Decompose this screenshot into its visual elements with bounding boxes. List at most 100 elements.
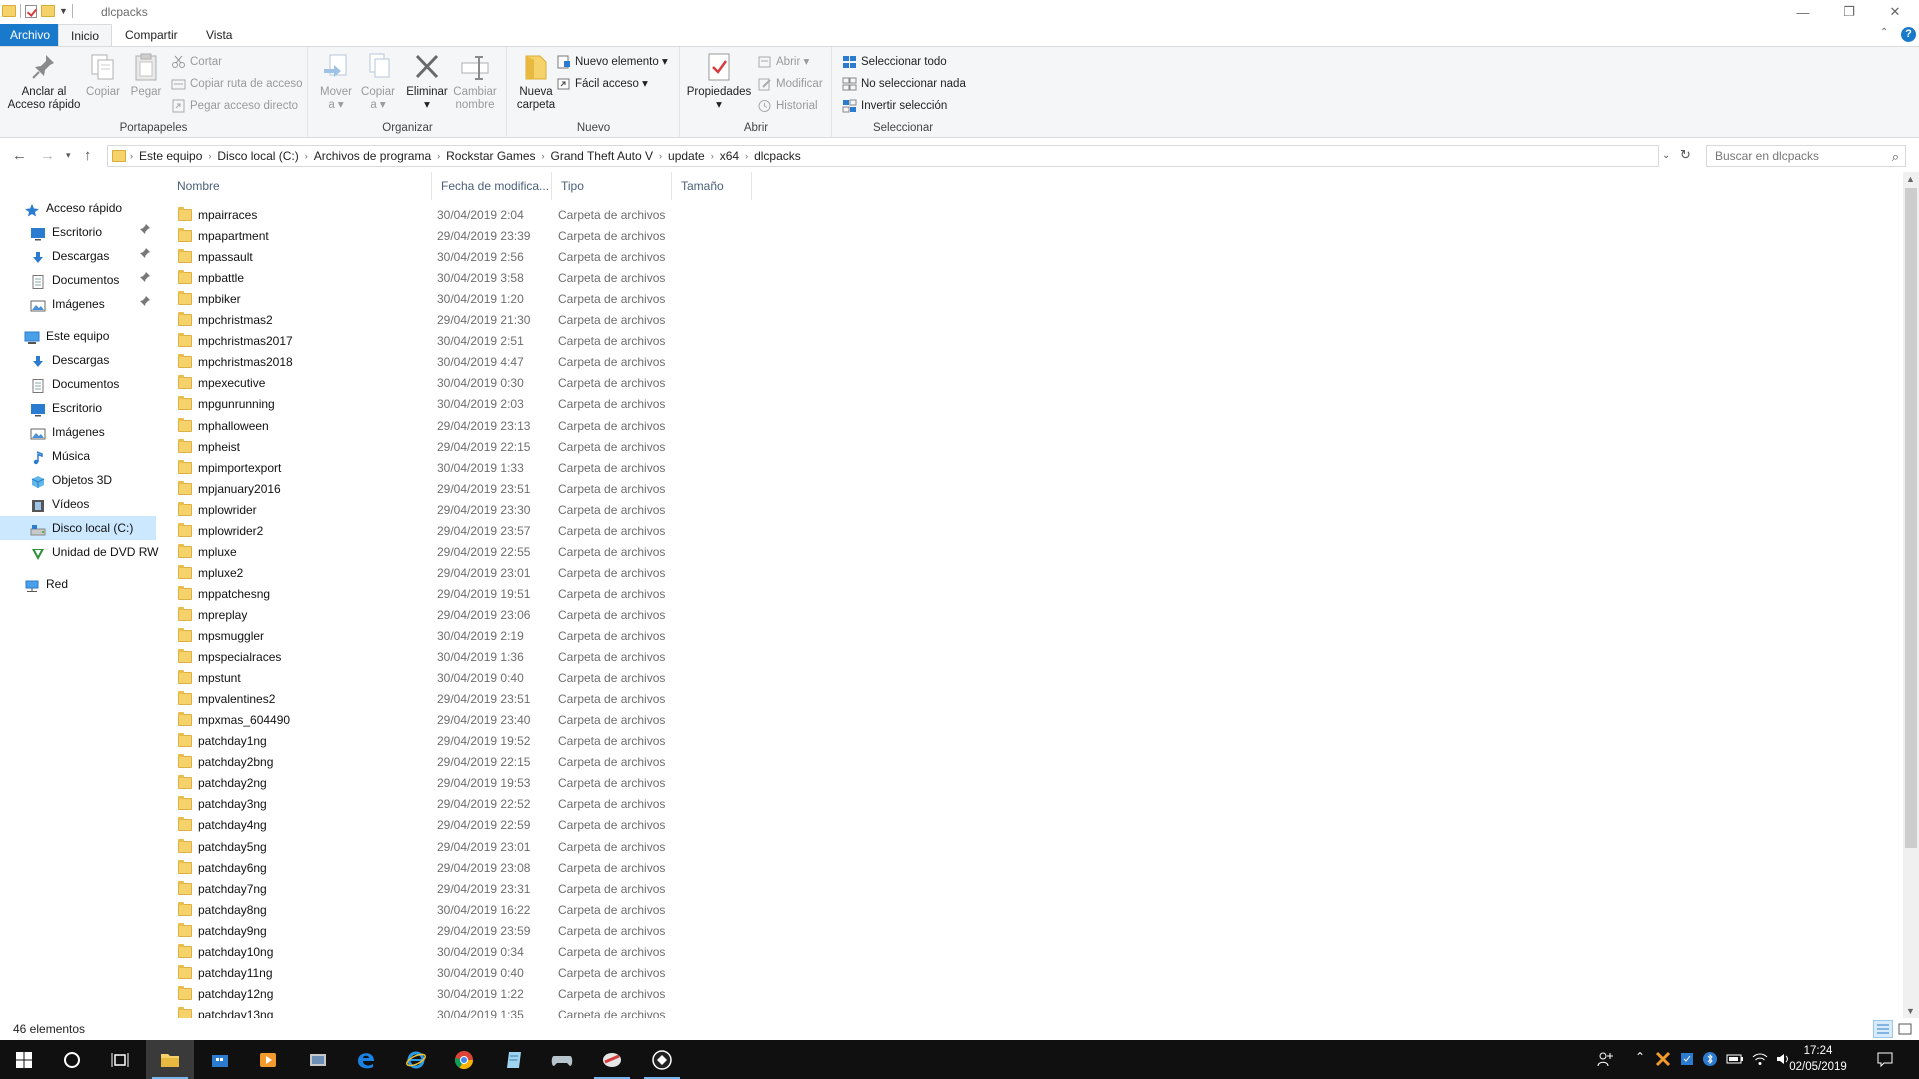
address-history-chevron-icon[interactable]: ⌄	[1662, 150, 1670, 161]
table-row[interactable]: patchday2ng 29/04/2019 19:53 Carpeta de ar…	[168, 773, 768, 794]
minimize-button[interactable]: —	[1780, 0, 1826, 24]
tab-vista[interactable]: Vista	[194, 24, 244, 46]
table-row[interactable]: mpstunt 30/04/2019 0:40 Carpeta de archivo…	[168, 668, 768, 689]
column-header-name[interactable]: Nombre	[168, 172, 432, 200]
select-all-button[interactable]: Seleccionar todo	[842, 52, 947, 72]
invert-selection-button[interactable]: Invertir selección	[842, 96, 947, 116]
column-header-type[interactable]: Tipo	[552, 172, 672, 200]
tray-app-icon[interactable]	[1655, 1051, 1671, 1070]
help-icon[interactable]: ?	[1901, 27, 1916, 42]
new-item-button[interactable]: Nuevo elemento ▾	[556, 52, 668, 72]
clock[interactable]: 17:24 02/05/2019	[1786, 1043, 1850, 1075]
table-row[interactable]: patchday3ng 29/04/2019 22:52 Carpeta de ar…	[168, 794, 768, 815]
move-to-button[interactable]: Mover a ▾	[316, 51, 356, 112]
sidebar-item[interactable]: Música	[0, 444, 156, 468]
scroll-down-icon[interactable]: ▼	[1906, 1006, 1915, 1016]
customize-quick-access-icon[interactable]: ▼	[59, 6, 68, 16]
copy-path-button[interactable]: Copiar ruta de acceso	[171, 74, 303, 94]
show-hidden-icons-chevron-icon[interactable]: ⌃	[1635, 1050, 1645, 1064]
table-row[interactable]: mpjanuary2016 29/04/2019 23:51 Carpeta de …	[168, 479, 768, 500]
table-row[interactable]: patchday11ng 30/04/2019 0:40 Carpeta de ar…	[168, 963, 768, 984]
table-row[interactable]: mpapartment 29/04/2019 23:39 Carpeta de ar…	[168, 226, 768, 247]
pin-quick-access-button[interactable]: Anclar al Acceso rápido	[6, 51, 82, 112]
select-none-button[interactable]: No seleccionar nada	[842, 74, 966, 94]
search-icon[interactable]: ⌕	[1892, 149, 1899, 165]
table-row[interactable]: mpsmuggler 30/04/2019 2:19 Carpeta de arch…	[168, 626, 768, 647]
table-row[interactable]: patchday7ng 29/04/2019 23:31 Carpeta de ar…	[168, 879, 768, 900]
tab-compartir[interactable]: Compartir	[113, 24, 190, 46]
gta-taskbar-button[interactable]	[638, 1040, 686, 1079]
notepad-taskbar-button[interactable]	[490, 1040, 538, 1079]
people-icon[interactable]	[1596, 1050, 1614, 1071]
column-header-size[interactable]: Tamaño	[672, 172, 752, 200]
maximize-button[interactable]: ❐	[1826, 0, 1872, 24]
table-row[interactable]: mpchristmas2 29/04/2019 21:30 Carpeta de a…	[168, 310, 768, 331]
open-button[interactable]: Abrir ▾	[757, 52, 809, 72]
table-row[interactable]: mpgunrunning 30/04/2019 2:03 Carpeta de ar…	[168, 394, 768, 415]
table-row[interactable]: mppatchesng 29/04/2019 19:51 Carpeta de ar…	[168, 584, 768, 605]
breadcrumb-item[interactable]: x64	[714, 149, 745, 163]
collapse-ribbon-icon[interactable]: ⌃	[1880, 27, 1888, 38]
table-row[interactable]: patchday1ng 29/04/2019 19:52 Carpeta de ar…	[168, 731, 768, 752]
cut-button[interactable]: Cortar	[171, 52, 222, 72]
table-row[interactable]: mpexecutive 30/04/2019 0:30 Carpeta de arc…	[168, 373, 768, 394]
breadcrumb-item[interactable]: Archivos de programa	[308, 149, 437, 163]
table-row[interactable]: patchday5ng 29/04/2019 23:01 Carpeta de ar…	[168, 837, 768, 858]
breadcrumb-item[interactable]: dlcpacks	[748, 149, 807, 163]
copy-to-button[interactable]: Copiar a ▾	[358, 51, 398, 112]
table-row[interactable]: mpvalentines2 29/04/2019 23:51 Carpeta de …	[168, 689, 768, 710]
sidebar-item[interactable]: Disco local (C:)	[0, 516, 156, 540]
chrome-taskbar-button[interactable]	[440, 1040, 488, 1079]
table-row[interactable]: patchday9ng 29/04/2019 23:59 Carpeta de ar…	[168, 921, 768, 942]
table-row[interactable]: mpbattle 30/04/2019 3:58 Carpeta de archiv…	[168, 268, 768, 289]
tab-inicio[interactable]: Inicio	[58, 24, 113, 47]
sidebar-item[interactable]: Documentos	[0, 268, 156, 292]
wifi-icon[interactable]	[1751, 1051, 1769, 1070]
sidebar-item[interactable]: Escritorio	[0, 396, 156, 420]
properties-button[interactable]: Propiedades ▾	[685, 51, 753, 112]
properties-icon[interactable]	[25, 4, 37, 18]
table-row[interactable]: mpimportexport 30/04/2019 1:33 Carpeta de …	[168, 458, 768, 479]
table-row[interactable]: patchday12ng 30/04/2019 1:22 Carpeta de ar…	[168, 984, 768, 1005]
table-row[interactable]: mplowrider2 29/04/2019 23:57 Carpeta de ar…	[168, 521, 768, 542]
file-explorer-taskbar-button[interactable]	[146, 1040, 194, 1079]
sidebar-item[interactable]: Este equipo	[0, 324, 156, 348]
breadcrumb-item[interactable]: update	[662, 149, 711, 163]
column-header-date[interactable]: Fecha de modifica...	[432, 172, 552, 200]
table-row[interactable]: mpspecialraces 30/04/2019 1:36 Carpeta de …	[168, 647, 768, 668]
breadcrumb-item[interactable]: Disco local (C:)	[211, 149, 304, 163]
close-button[interactable]: ✕	[1872, 0, 1918, 24]
edit-button[interactable]: Modificar	[757, 74, 823, 94]
game-launcher-taskbar-button[interactable]	[538, 1040, 586, 1079]
search-input[interactable]: Buscar en dlcpacks ⌕	[1706, 145, 1906, 167]
table-row[interactable]: mpluxe 29/04/2019 22:55 Carpeta de archivo…	[168, 542, 768, 563]
start-button[interactable]	[0, 1040, 48, 1079]
vertical-scrollbar[interactable]: ▲ ▼	[1903, 172, 1919, 1018]
internet-explorer-taskbar-button[interactable]	[392, 1040, 440, 1079]
media-player-taskbar-button[interactable]	[244, 1040, 292, 1079]
table-row[interactable]: mphalloween 29/04/2019 23:13 Carpeta de ar…	[168, 416, 768, 437]
store-taskbar-button[interactable]	[196, 1040, 244, 1079]
new-folder-icon[interactable]	[41, 5, 55, 17]
easy-access-button[interactable]: Fácil acceso ▾	[556, 74, 648, 94]
app-taskbar-button[interactable]	[294, 1040, 342, 1079]
sidebar-item[interactable]: Descargas	[0, 348, 156, 372]
table-row[interactable]: mpluxe2 29/04/2019 23:01 Carpeta de archiv…	[168, 563, 768, 584]
tab-archivo[interactable]: Archivo	[0, 24, 61, 46]
large-icons-view-button[interactable]	[1895, 1020, 1915, 1038]
table-row[interactable]: mpchristmas2017 30/04/2019 2:51 Carpeta de…	[168, 331, 768, 352]
table-row[interactable]: patchday10ng 30/04/2019 0:34 Carpeta de ar…	[168, 942, 768, 963]
notifications-icon[interactable]	[1876, 1050, 1894, 1071]
table-row[interactable]: mpairraces 30/04/2019 2:04 Carpeta de arch…	[168, 205, 768, 226]
table-row[interactable]: patchday4ng 29/04/2019 22:59 Carpeta de ar…	[168, 815, 768, 836]
copy-button[interactable]: Copiar	[83, 51, 123, 99]
delete-button[interactable]: Eliminar ▾	[405, 51, 449, 112]
sidebar-item[interactable]: Objetos 3D	[0, 468, 156, 492]
scroll-thumb[interactable]	[1905, 188, 1917, 848]
history-button[interactable]: Historial	[757, 96, 818, 116]
search-taskbar-button[interactable]	[48, 1040, 96, 1079]
table-row[interactable]: patchday13ng 30/04/2019 1:35 Carpeta de ar…	[168, 1005, 768, 1018]
battery-icon[interactable]	[1726, 1051, 1744, 1070]
back-arrow-icon[interactable]: ←	[12, 147, 27, 164]
sidebar-item[interactable]: Escritorio	[0, 220, 156, 244]
